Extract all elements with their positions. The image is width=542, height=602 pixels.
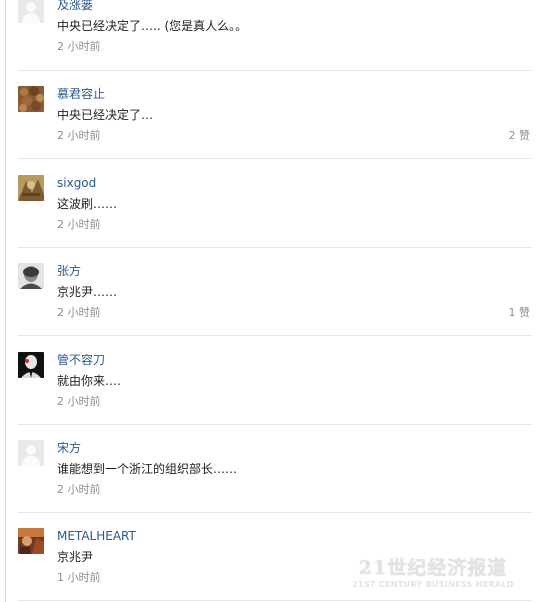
comment-divider (18, 335, 532, 336)
watermark-subtitle: 21ST CENTURY BUSINESS HERALD (352, 580, 514, 589)
comment-time: 2 小时前 (57, 40, 101, 53)
comment-text: 京兆尹…… (57, 285, 118, 299)
comment-time: 1 小时前 (57, 571, 101, 584)
comment-text: 中央已经决定了….. (您是真人么。。 (57, 19, 248, 33)
comment-likes[interactable]: 1 赞 (509, 306, 531, 320)
comment-item: 张方 京兆尹…… 2 小时前 1 赞 (18, 263, 532, 323)
default-avatar-icon[interactable] (18, 0, 44, 23)
default-avatar-icon[interactable] (18, 440, 44, 466)
comment-time: 2 小时前 (57, 129, 101, 142)
avatar[interactable] (18, 263, 44, 289)
comment-time: 2 小时前 (57, 306, 101, 319)
comment-author[interactable]: 管不容刀 (57, 352, 105, 368)
comment-author[interactable]: 及涨篓 (57, 0, 93, 13)
comment-item: 管不容刀 就由你来…. 2 小时前 (18, 352, 532, 412)
comment-author[interactable]: 宋方 (57, 440, 81, 456)
watermark: 21世纪经济报道 21ST CENTURY BUSINESS HERALD (350, 553, 516, 589)
comment-author[interactable]: 慕君容止 (57, 86, 105, 102)
comment-text: 中央已经决定了… (57, 108, 154, 122)
comment-item: sixgod 这波刷…… 2 小时前 (18, 175, 532, 235)
comment-divider (18, 158, 532, 159)
comment-text: 京兆尹 (57, 550, 94, 564)
comment-divider (18, 70, 532, 71)
comment-item: 及涨篓 中央已经决定了….. (您是真人么。。 2 小时前 (18, 0, 532, 57)
comment-author[interactable]: METALHEART (57, 528, 136, 544)
comment-author[interactable]: 张方 (57, 263, 81, 279)
comment-divider (18, 424, 532, 425)
avatar[interactable] (18, 528, 44, 554)
comment-time: 2 小时前 (57, 395, 101, 408)
avatar[interactable] (18, 352, 44, 378)
left-border-rule (5, 0, 6, 602)
avatar[interactable] (18, 175, 44, 201)
comment-text: 这波刷…… (57, 197, 118, 211)
avatar[interactable] (18, 86, 44, 112)
comment-time: 2 小时前 (57, 218, 101, 231)
comment-text: 谁能想到一个浙江的组织部长…… (57, 462, 238, 476)
comment-item: 慕君容止 中央已经决定了… 2 小时前 2 赞 (18, 86, 532, 146)
comment-time: 2 小时前 (57, 483, 101, 496)
comment-text: 就由你来…. (57, 374, 121, 388)
comment-author[interactable]: sixgod (57, 175, 96, 191)
comment-divider (18, 600, 532, 601)
comment-divider (18, 247, 532, 248)
comment-likes[interactable]: 2 赞 (509, 129, 531, 143)
comment-divider (18, 512, 532, 513)
comment-item: 宋方 谁能想到一个浙江的组织部长…… 2 小时前 (18, 440, 532, 500)
watermark-title: 21世纪经济报道 (358, 557, 508, 579)
